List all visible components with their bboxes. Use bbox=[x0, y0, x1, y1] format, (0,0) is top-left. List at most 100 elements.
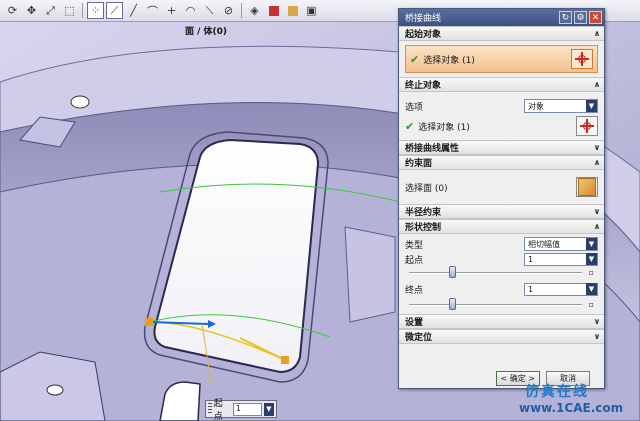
shape-start-input[interactable]: 1 ▼ bbox=[524, 252, 598, 266]
shape-end-value: 1 bbox=[528, 284, 534, 294]
dialog-title-bar[interactable]: 桥接曲线 ↻ ⚙ ✕ bbox=[399, 9, 604, 26]
model-bracket-hole bbox=[46, 384, 64, 396]
grip-handle-icon[interactable] bbox=[208, 403, 212, 415]
slider-thumb[interactable] bbox=[449, 298, 456, 310]
chevron-up-icon[interactable]: ∧ bbox=[590, 29, 604, 38]
red-square-icon[interactable] bbox=[265, 2, 282, 19]
chevron-up-icon[interactable]: ∧ bbox=[590, 158, 604, 167]
toolbar-separator bbox=[241, 3, 242, 18]
end-option-row: 选项 对象 ▼ bbox=[405, 96, 598, 116]
dropdown-arrow-icon[interactable]: ▼ bbox=[586, 238, 597, 250]
select-icon[interactable]: ⬚ bbox=[61, 2, 78, 19]
view-selection-label: 面 / 体(0) bbox=[185, 27, 228, 37]
cube-icon[interactable]: ◈ bbox=[246, 2, 263, 19]
close-icon[interactable]: ✕ bbox=[589, 11, 602, 24]
slider-track bbox=[409, 304, 582, 306]
slider-track bbox=[409, 272, 582, 274]
section-start-object[interactable]: 起始对象 ∧ bbox=[399, 26, 604, 41]
curve-icon[interactable]: ⌒ bbox=[144, 2, 161, 19]
end-option-select[interactable]: 对象 ▼ bbox=[524, 99, 598, 113]
section-constraint-face[interactable]: 约束面 ∧ bbox=[399, 155, 604, 170]
shape-type-select[interactable]: 相切幅值 ▼ bbox=[524, 237, 598, 251]
reset-icon[interactable]: ↻ bbox=[559, 11, 572, 24]
end-select-label: 选择对象 (1) bbox=[418, 122, 470, 133]
start-crosshair-button[interactable] bbox=[571, 49, 593, 69]
slider-thumb[interactable] bbox=[449, 266, 456, 278]
spinner-icon[interactable]: ▼ bbox=[586, 253, 597, 265]
bridge-curve-dialog: 桥接曲线 ↻ ⚙ ✕ 起始对象 ∧ ✔ 选择对象 (1) 终止对象 ∧ 选项 对… bbox=[398, 8, 605, 389]
shape-type-label: 类型 bbox=[405, 240, 424, 251]
start-select-label: 选择对象 (1) bbox=[423, 55, 475, 66]
crosshair-icon bbox=[575, 52, 589, 66]
arc-icon[interactable]: ◠ bbox=[182, 2, 199, 19]
settings-icon[interactable]: ⚙ bbox=[574, 11, 587, 24]
shape-type-value: 相切幅值 bbox=[528, 239, 560, 249]
plus-icon[interactable]: + bbox=[163, 2, 180, 19]
model-right-pocket bbox=[344, 226, 396, 323]
fit-icon[interactable]: ⤢ bbox=[42, 2, 59, 19]
chevron-down-icon[interactable]: ∨ bbox=[590, 207, 604, 216]
endpoint-handle-start[interactable] bbox=[145, 318, 153, 326]
checkmark-icon: ✔ bbox=[405, 119, 415, 133]
section-shape-control-title: 形状控制 bbox=[405, 223, 442, 233]
shape-end-label: 终点 bbox=[405, 285, 424, 296]
slider-end-marker: ▫ bbox=[588, 300, 594, 309]
toolbar-separator bbox=[82, 3, 83, 18]
shape-start-slider[interactable]: ▫ bbox=[409, 266, 594, 280]
watermark-title: 仿真在线 bbox=[525, 384, 589, 400]
spinner-icon[interactable]: ▼ bbox=[586, 283, 597, 295]
spinner-down-icon[interactable]: ▼ bbox=[263, 402, 274, 416]
section-start-object-title: 起始对象 bbox=[405, 30, 442, 40]
face-select-button[interactable] bbox=[576, 177, 598, 197]
section-fine-positioning[interactable]: 微定位 ∨ bbox=[399, 329, 604, 344]
section-shape-control[interactable]: 形状控制 ∧ bbox=[399, 219, 604, 234]
section-bridge-properties[interactable]: 桥接曲线属性 ∨ bbox=[399, 140, 604, 155]
section-end-object[interactable]: 终止对象 ∧ bbox=[399, 77, 604, 92]
chevron-up-icon[interactable]: ∧ bbox=[590, 80, 604, 89]
end-crosshair-button[interactable] bbox=[576, 116, 598, 136]
diagonal-icon[interactable]: ⟍ bbox=[201, 2, 218, 19]
dropdown-arrow-icon[interactable]: ▼ bbox=[586, 100, 597, 112]
site-watermark: 仿真在线 www.1CAE.com bbox=[513, 381, 640, 421]
section-end-object-body: 选项 对象 ▼ ✔ 选择对象 (1) bbox=[399, 92, 604, 140]
slider-end-marker: ▫ bbox=[588, 268, 594, 277]
shape-end-slider[interactable]: ▫ bbox=[409, 298, 594, 312]
watermark-url: www.1CAE.com bbox=[519, 401, 624, 415]
mirror-icon[interactable]: ⊘ bbox=[220, 2, 237, 19]
shape-start-row: 起点 1 ▼ bbox=[405, 252, 598, 266]
crosshair-icon bbox=[580, 119, 594, 133]
onscreen-start-label: 起点 bbox=[213, 399, 223, 421]
section-radius-constraint[interactable]: 半径约束 ∨ bbox=[399, 204, 604, 219]
chevron-up-icon[interactable]: ∧ bbox=[590, 222, 604, 231]
section-constraint-face-title: 约束面 bbox=[405, 159, 433, 169]
section-bridge-properties-title: 桥接曲线属性 bbox=[405, 144, 460, 154]
wireframe-icon[interactable]: ▣ bbox=[303, 2, 320, 19]
shaded-icon[interactable] bbox=[284, 2, 301, 19]
face-select-label: 选择面 (0) bbox=[405, 183, 448, 194]
end-select-row[interactable]: ✔ 选择对象 (1) bbox=[405, 116, 598, 136]
onscreen-input-box: 起点 1 ▼ bbox=[205, 399, 277, 421]
section-settings[interactable]: 设置 ∨ bbox=[399, 314, 604, 329]
rotate-icon[interactable]: ⟳ bbox=[4, 2, 21, 19]
shape-end-row: 终点 1 ▼ bbox=[405, 280, 598, 298]
chevron-down-icon[interactable]: ∨ bbox=[590, 332, 604, 341]
section-settings-title: 设置 bbox=[405, 318, 424, 328]
end-option-label: 选项 bbox=[405, 102, 424, 113]
chevron-down-icon[interactable]: ∨ bbox=[590, 143, 604, 152]
face-select-row[interactable]: 选择面 (0) bbox=[405, 174, 598, 200]
shape-start-label: 起点 bbox=[405, 255, 424, 266]
onscreen-start-input[interactable]: 1 bbox=[232, 402, 262, 416]
section-constraint-face-body: 选择面 (0) bbox=[399, 170, 604, 204]
section-radius-constraint-title: 半径约束 bbox=[405, 208, 442, 218]
section-end-object-title: 终止对象 bbox=[405, 81, 442, 91]
pan-icon[interactable]: ✥ bbox=[23, 2, 40, 19]
shape-type-row: 类型 相切幅值 ▼ bbox=[405, 236, 598, 252]
snap-icon[interactable]: ⟋ bbox=[106, 2, 123, 19]
endpoint-handle-end[interactable] bbox=[281, 356, 289, 364]
shape-end-input[interactable]: 1 ▼ bbox=[524, 282, 598, 296]
point-icon[interactable]: ⁘ bbox=[87, 2, 104, 19]
start-select-row[interactable]: ✔ 选择对象 (1) bbox=[405, 45, 598, 73]
chevron-down-icon[interactable]: ∨ bbox=[590, 317, 604, 326]
line-icon[interactable]: ╱ bbox=[125, 2, 142, 19]
section-fine-positioning-title: 微定位 bbox=[405, 333, 433, 343]
